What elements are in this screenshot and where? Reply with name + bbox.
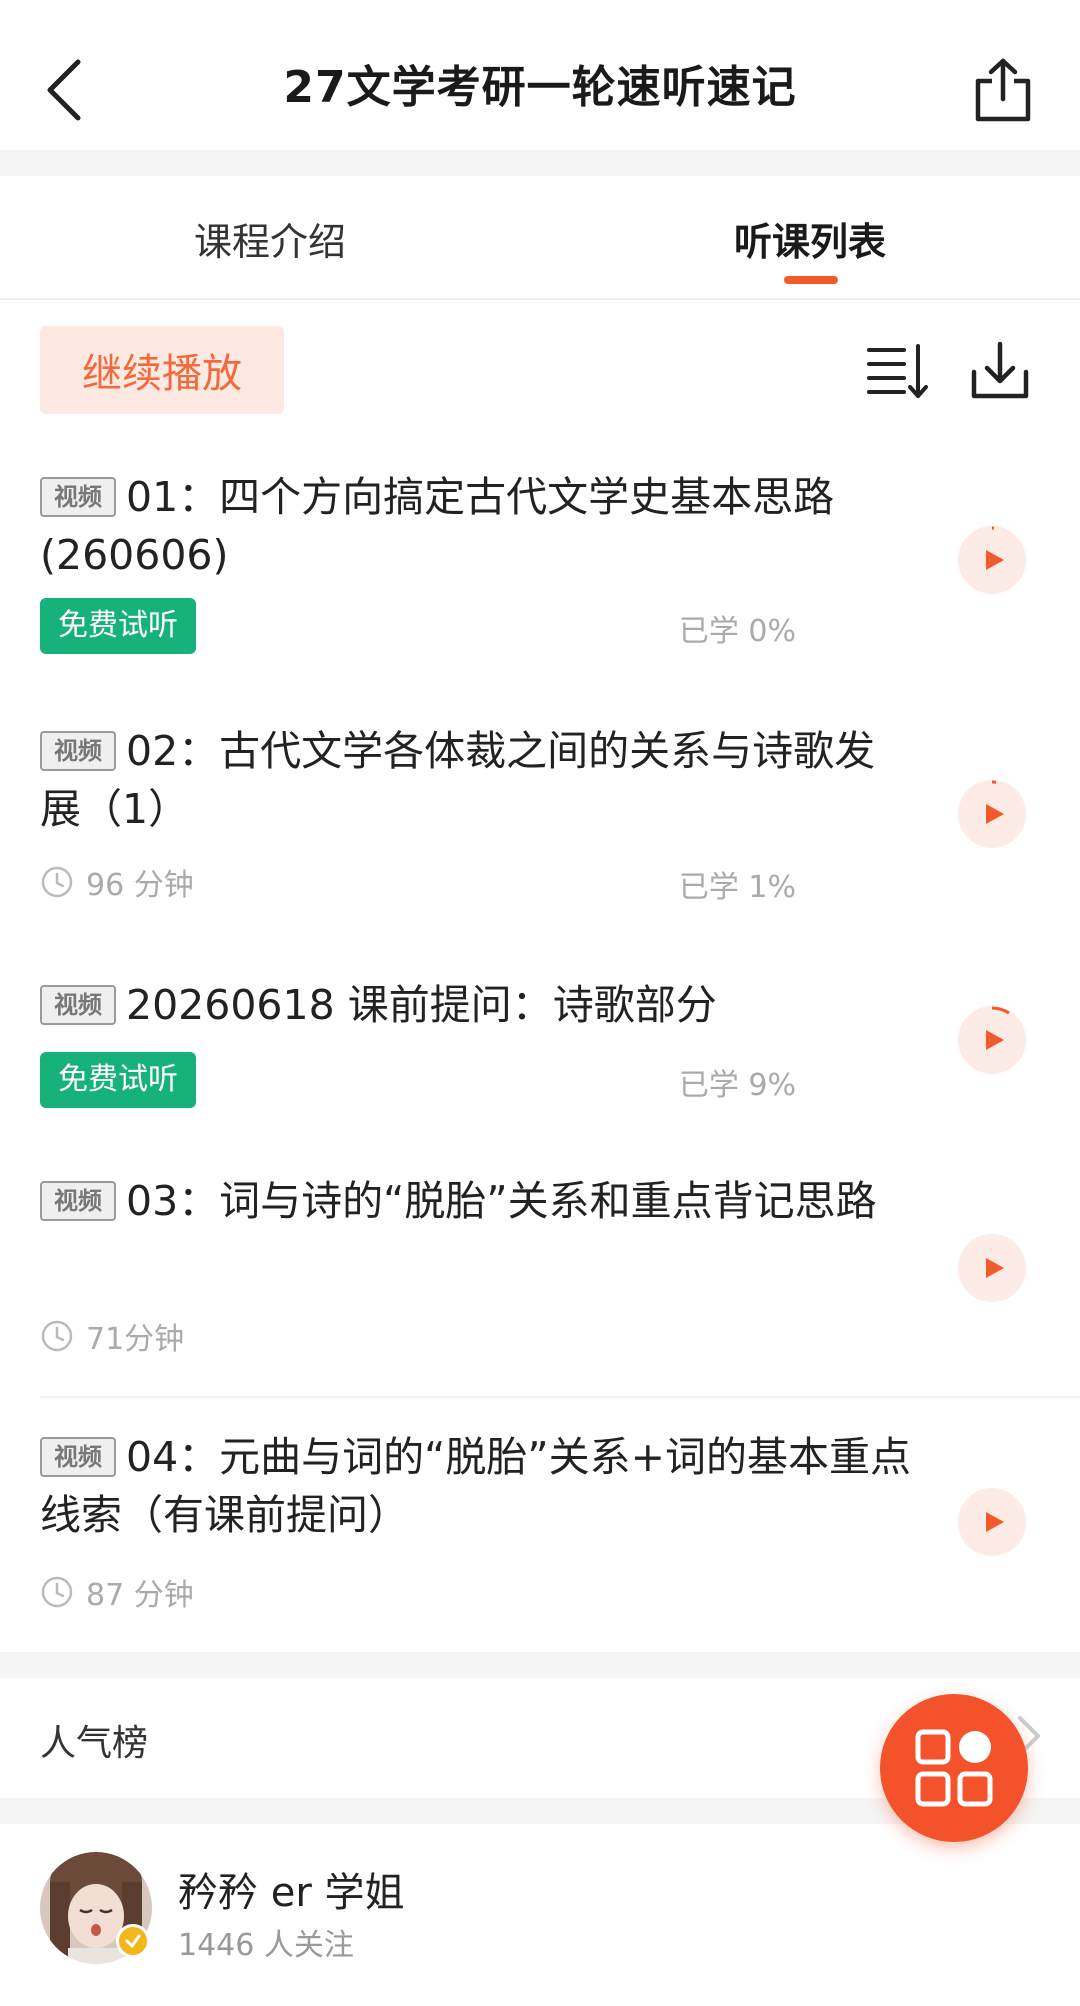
lesson-title: 视频 04：元曲与词的“脱胎”关系+词的基本重点线索（有课前提问） (40, 1428, 912, 1544)
duration-text: 96 分钟 (86, 868, 194, 903)
play-icon (986, 526, 1004, 570)
video-tag: 视频 (40, 477, 116, 517)
list-toolbar: 继续播放 (0, 302, 1080, 430)
video-tag: 视频 (40, 731, 116, 771)
top-nav-bar: 27文学考研一轮速听速记 (0, 0, 1080, 150)
lesson-duration: 71分钟 (40, 1316, 185, 1357)
verified-icon (116, 1924, 150, 1958)
progress-text: 已学 0% (678, 614, 796, 649)
lesson-title-text: 04：元曲与词的“脱胎”关系+词的基本重点线索（有课前提问） (40, 1433, 912, 1539)
tab-course-intro[interactable]: 课程介绍 (0, 176, 540, 300)
progress-text: 已学 9% (678, 1068, 796, 1103)
sort-button[interactable] (866, 342, 928, 402)
lesson-title-text: 01：四个方向搞定古代文学史基本思路(260606) (40, 473, 835, 579)
duration-text: 87 分钟 (86, 1578, 194, 1613)
lesson-item[interactable]: 视频 04：元曲与词的“脱胎”关系+词的基本重点线索（有课前提问） 87 分钟 (0, 1398, 1080, 1652)
video-tag: 视频 (40, 1437, 116, 1477)
teacher-card[interactable]: 矜矜 er 学姐 1446 人关注 (0, 1824, 1080, 2006)
share-icon (975, 58, 1031, 122)
lesson-title-text: 20260618 课前提问：诗歌部分 (126, 981, 717, 1029)
lesson-title: 视频 02：古代文学各体裁之间的关系与诗歌发展（1） (40, 722, 912, 838)
play-button[interactable] (958, 780, 1026, 848)
lesson-duration: 96 分钟 (40, 862, 194, 903)
share-button[interactable] (966, 50, 1040, 130)
free-trial-badge: 免费试听 (40, 1052, 196, 1108)
free-trial-badge: 免费试听 (40, 598, 196, 654)
back-button[interactable] (36, 50, 92, 130)
lesson-duration: 87 分钟 (40, 1572, 194, 1613)
play-button[interactable] (958, 526, 1026, 594)
lesson-item[interactable]: 视频 02：古代文学各体裁之间的关系与诗歌发展（1） 96 分钟 已学 1% (0, 694, 1080, 948)
play-icon (986, 1006, 1010, 1050)
follower-count: 1446 人关注 (178, 1928, 354, 1963)
teacher-name[interactable]: 矜矜 er 学姐 (178, 1860, 404, 1918)
lesson-title: 视频 03：词与诗的“脱胎”关系和重点背记思路 (40, 1172, 912, 1230)
lesson-title-text: 03：词与诗的“脱胎”关系和重点背记思路 (126, 1177, 877, 1225)
play-button[interactable] (958, 1006, 1026, 1074)
chevron-left-icon (47, 59, 81, 121)
clock-icon (41, 1320, 73, 1352)
play-icon (986, 1258, 1004, 1278)
play-icon (986, 1512, 1004, 1532)
play-icon (986, 780, 1004, 824)
progress-text: 已学 1% (678, 870, 796, 905)
clock-icon (41, 1576, 73, 1608)
continue-play-button[interactable]: 继续播放 (40, 326, 284, 414)
grid-apps-icon (915, 1729, 993, 1807)
sort-list-icon (867, 344, 928, 398)
play-button[interactable] (958, 1488, 1026, 1556)
section-divider (0, 150, 1080, 176)
active-tab-indicator (784, 276, 838, 284)
page-title: 27文学考研一轮速听速记 (283, 62, 797, 113)
lesson-item[interactable]: 视频 03：词与诗的“脱胎”关系和重点背记思路 71分钟 (0, 1144, 1080, 1398)
video-tag: 视频 (40, 985, 116, 1025)
download-icon (971, 341, 1029, 399)
clock-icon (41, 866, 73, 898)
lesson-item[interactable]: 视频 20260618 课前提问：诗歌部分 免费试听 已学 9% (0, 948, 1080, 1144)
lesson-title-text: 02：古代文学各体裁之间的关系与诗歌发展（1） (40, 727, 876, 833)
lesson-title: 视频 20260618 课前提问：诗歌部分 (40, 976, 912, 1034)
play-button[interactable] (958, 1234, 1026, 1302)
menu-grid-button[interactable] (880, 1694, 1028, 1842)
duration-text: 71分钟 (86, 1322, 185, 1357)
lesson-item[interactable]: 视频 01：四个方向搞定古代文学史基本思路(260606) 免费试听 已学 0% (0, 440, 1080, 694)
video-tag: 视频 (40, 1181, 116, 1221)
tab-bar: 课程介绍 听课列表 (0, 176, 1080, 300)
download-button[interactable] (968, 338, 1032, 402)
lesson-title: 视频 01：四个方向搞定古代文学史基本思路(260606) (40, 468, 912, 584)
ranking-label: 人气榜 (40, 1723, 149, 1764)
section-divider (0, 1652, 1080, 1678)
